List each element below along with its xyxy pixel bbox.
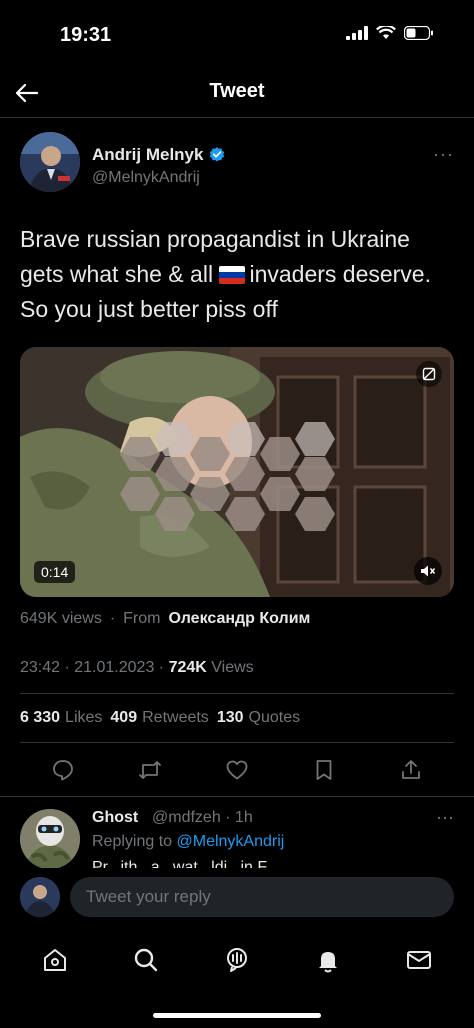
status-time: 19:31 bbox=[60, 24, 112, 46]
replying-to: Replying to @MelnykAndrij bbox=[92, 833, 284, 851]
tweet-text: Brave russian propagandist in Ukraine ge… bbox=[20, 222, 454, 327]
battery-icon bbox=[404, 26, 433, 40]
flag-stripe-red bbox=[219, 278, 246, 284]
likes-label: Likes bbox=[65, 709, 103, 726]
status-icons bbox=[346, 26, 434, 40]
verified-badge-icon bbox=[210, 147, 225, 162]
video-views-row: 649K views · From Олександр Колим bbox=[20, 610, 310, 628]
author-name-wrap[interactable]: Andrij Melnyk bbox=[92, 145, 226, 165]
author-name[interactable]: Andrij Melnyk bbox=[92, 145, 203, 165]
page-title: Tweet bbox=[209, 80, 265, 102]
top-nav: Tweet bbox=[0, 70, 474, 118]
tweet-stats: 6 330 Likes 409 Retweets 130 Quotes bbox=[20, 709, 300, 727]
home-icon bbox=[44, 949, 67, 971]
tab-messages[interactable] bbox=[402, 943, 436, 977]
quotes-label: Quotes bbox=[248, 709, 301, 726]
reply-author-name[interactable]: Ghost bbox=[92, 809, 138, 827]
video-thumbnail bbox=[20, 347, 454, 597]
more-options-icon[interactable]: ··· bbox=[433, 144, 454, 165]
reply-button[interactable] bbox=[50, 757, 76, 783]
quotes-stat[interactable]: 130 Quotes bbox=[217, 709, 300, 727]
tab-home[interactable] bbox=[38, 943, 72, 977]
retweets-count: 409 bbox=[110, 709, 138, 726]
view-count: 724K bbox=[168, 659, 207, 676]
bottom-tab-bar bbox=[0, 930, 474, 990]
comment-icon bbox=[53, 760, 73, 781]
likes-count: 6 330 bbox=[20, 709, 61, 726]
heart-icon bbox=[226, 760, 248, 780]
reply-tweet[interactable]: Ghost @mdfzeh · 1h ··· Replying to @Meln… bbox=[0, 796, 474, 876]
from-label: From bbox=[123, 610, 161, 627]
tweet-timestamp[interactable]: 23:42 · 21.01.2023 · bbox=[20, 659, 169, 676]
likes-stat[interactable]: 6 330 Likes bbox=[20, 709, 102, 727]
divider bbox=[20, 693, 454, 694]
share-button[interactable] bbox=[398, 757, 424, 783]
quotes-count: 130 bbox=[216, 709, 244, 726]
my-avatar[interactable] bbox=[20, 877, 60, 917]
video-views: 649K views bbox=[20, 610, 102, 627]
retweets-stat[interactable]: 409 Retweets bbox=[110, 709, 208, 727]
tab-notifications[interactable] bbox=[311, 943, 345, 977]
tweet-video[interactable]: 0:14 bbox=[20, 347, 454, 597]
wifi-icon bbox=[376, 26, 396, 39]
speaker-muted-icon bbox=[421, 565, 436, 577]
like-button[interactable] bbox=[224, 757, 250, 783]
retweet-icon bbox=[139, 761, 161, 779]
russia-flag-emoji bbox=[219, 266, 246, 284]
tweet-actions bbox=[20, 752, 454, 788]
author-avatar[interactable] bbox=[20, 132, 80, 192]
spaces-icon bbox=[226, 948, 247, 972]
reply-author-handle[interactable]: @mdfzeh · 1h bbox=[152, 809, 253, 827]
tweet-author: Andrij Melnyk @MelnykAndrij ··· bbox=[20, 132, 454, 194]
bookmark-icon bbox=[316, 760, 332, 780]
dot-separator: · bbox=[109, 610, 116, 627]
video-duration: 0:14 bbox=[34, 561, 76, 583]
bell-icon bbox=[318, 952, 337, 973]
from-source-link[interactable]: Олександр Колим bbox=[168, 610, 310, 628]
share-icon bbox=[402, 760, 420, 779]
mute-button[interactable] bbox=[414, 557, 442, 585]
reply-composer bbox=[0, 868, 474, 928]
status-bar: 19:31 bbox=[0, 0, 474, 70]
retweets-label: Retweets bbox=[142, 709, 209, 726]
content-warning-icon[interactable] bbox=[416, 361, 442, 387]
tab-spaces[interactable] bbox=[220, 943, 254, 977]
tweet-meta: 23:42 · 21.01.2023 · 724K Views bbox=[20, 659, 254, 677]
reply-avatar[interactable] bbox=[20, 809, 80, 869]
search-icon bbox=[134, 948, 158, 972]
home-indicator bbox=[153, 1013, 321, 1018]
tab-search[interactable] bbox=[129, 943, 163, 977]
signal-icon bbox=[346, 26, 368, 40]
reply-more-icon[interactable]: ··· bbox=[436, 807, 454, 828]
view-word: Views bbox=[206, 659, 254, 676]
divider bbox=[20, 742, 454, 743]
bookmark-button[interactable] bbox=[311, 757, 337, 783]
reply-input[interactable] bbox=[70, 877, 454, 917]
replying-prefix: Replying to bbox=[92, 833, 177, 850]
replying-mention[interactable]: @MelnykAndrij bbox=[177, 833, 285, 850]
retweet-button[interactable] bbox=[137, 757, 163, 783]
mail-icon bbox=[406, 951, 431, 969]
author-handle[interactable]: @MelnykAndrij bbox=[92, 169, 200, 187]
